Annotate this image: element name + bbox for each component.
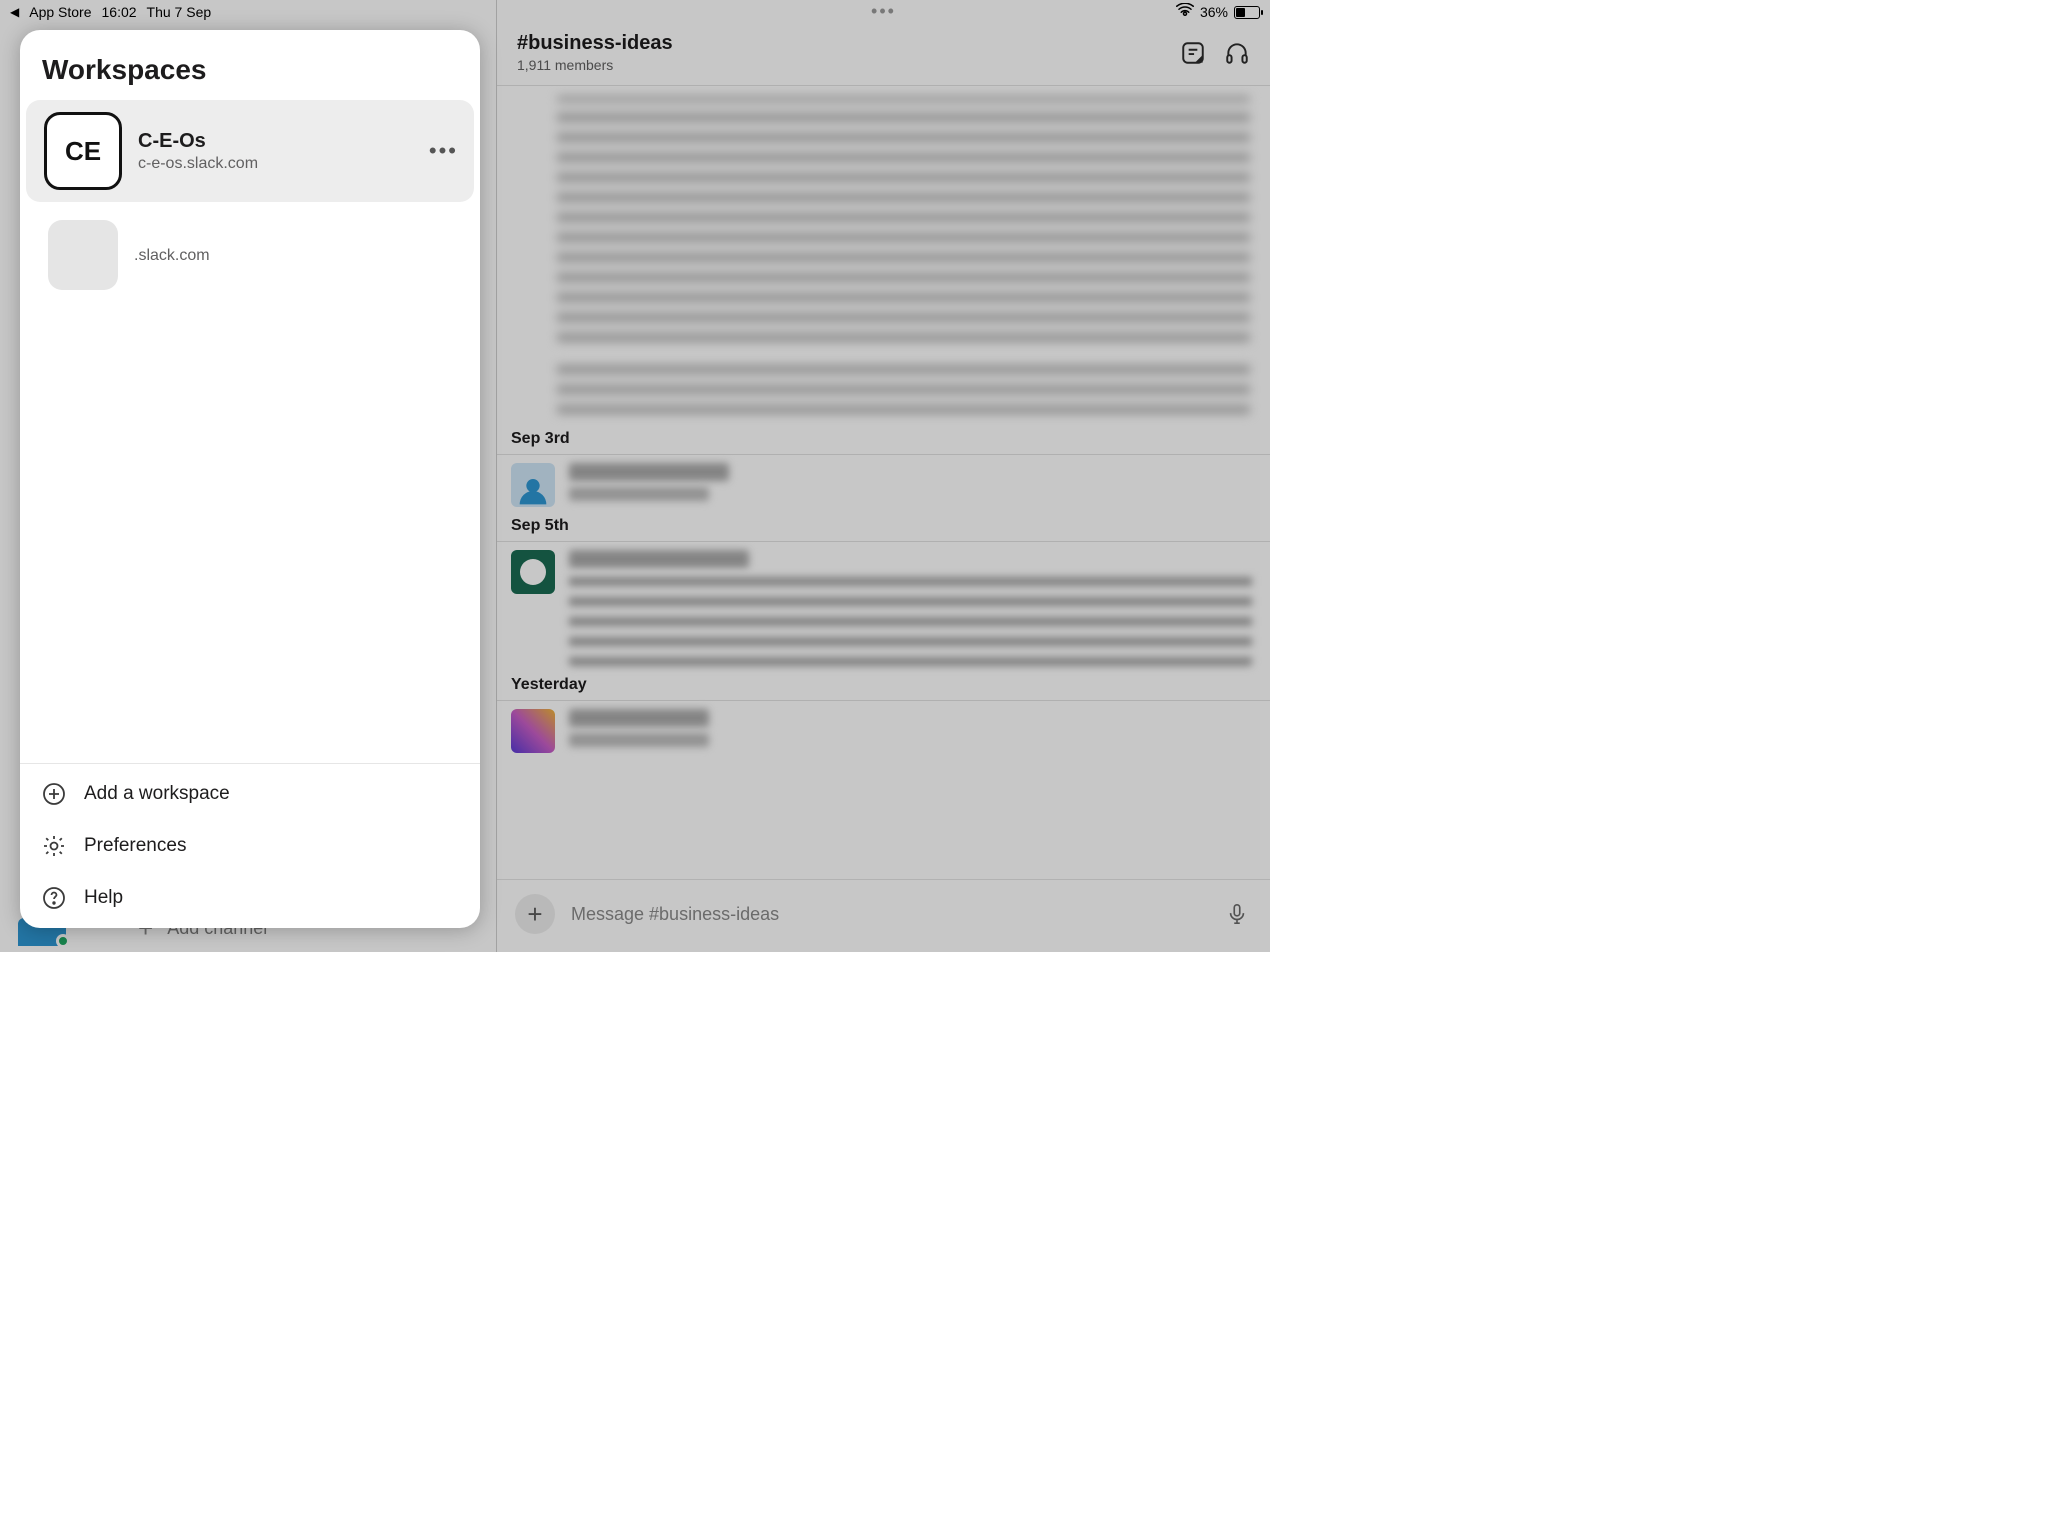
status-bar: ◀ App Store 16:02 Thu 7 Sep 36% [0, 0, 1270, 24]
avatar[interactable] [511, 463, 555, 507]
message-list[interactable]: Sep 3rd Sep 5th Yesterday [497, 86, 1270, 879]
help-label: Help [84, 887, 123, 909]
blurred-message [557, 356, 1250, 414]
workspace-url: c-e-os.slack.com [138, 155, 413, 173]
composer: + Message #business-ideas [497, 879, 1270, 952]
workspace-url: .slack.com [134, 247, 458, 265]
workspace-name: C-E-Os [138, 130, 413, 153]
blurred-text [569, 733, 709, 747]
workspace-icon: CE [44, 112, 122, 190]
battery-pct: 36% [1200, 4, 1228, 20]
back-app-label[interactable]: App Store [29, 4, 91, 20]
workspace-more-icon[interactable]: ••• [429, 138, 458, 164]
compose-input[interactable]: Message #business-ideas [571, 904, 779, 925]
add-workspace-button[interactable]: Add a workspace [20, 768, 480, 820]
help-circle-icon [42, 886, 66, 910]
blurred-name [569, 709, 709, 727]
battery-icon [1234, 6, 1260, 19]
channel-title[interactable]: #business-ideas [517, 32, 673, 55]
avatar[interactable] [511, 709, 555, 753]
plus-circle-icon [42, 782, 66, 806]
workspaces-sheet: Workspaces CE C-E-Os c-e-os.slack.com ••… [20, 30, 480, 928]
compose-plus-button[interactable]: + [515, 894, 555, 934]
preferences-button[interactable]: Preferences [20, 820, 480, 872]
blurred-name [569, 550, 749, 568]
date-divider: Yesterday [497, 670, 1270, 701]
status-time: 16:02 [102, 4, 137, 20]
blurred-name [569, 463, 729, 481]
message-row[interactable] [497, 542, 1270, 670]
status-date: Thu 7 Sep [147, 4, 212, 20]
workspace-icon [48, 220, 118, 290]
wifi-icon [1176, 3, 1194, 21]
message-row[interactable] [497, 455, 1270, 511]
blurred-text [569, 487, 709, 501]
canvas-icon[interactable] [1180, 40, 1206, 66]
gear-icon [42, 834, 66, 858]
channel-members[interactable]: 1,911 members [517, 57, 673, 73]
back-chevron-icon[interactable]: ◀ [10, 5, 19, 19]
add-workspace-label: Add a workspace [84, 783, 230, 805]
date-divider: Sep 5th [497, 511, 1270, 542]
sheet-title: Workspaces [20, 30, 480, 100]
workspace-item[interactable]: CE C-E-Os c-e-os.slack.com ••• [26, 100, 474, 202]
workspace-item[interactable]: .slack.com [26, 208, 474, 302]
help-button[interactable]: Help [20, 872, 480, 924]
avatar[interactable] [511, 550, 555, 594]
blurred-text [569, 574, 1252, 666]
message-row[interactable] [497, 701, 1270, 757]
preferences-label: Preferences [84, 835, 186, 857]
blurred-message [557, 96, 1250, 342]
channel-header: #business-ideas 1,911 members [497, 26, 1270, 86]
headphones-icon[interactable] [1224, 40, 1250, 66]
date-divider: Sep 3rd [497, 424, 1270, 455]
microphone-icon[interactable] [1226, 903, 1248, 925]
